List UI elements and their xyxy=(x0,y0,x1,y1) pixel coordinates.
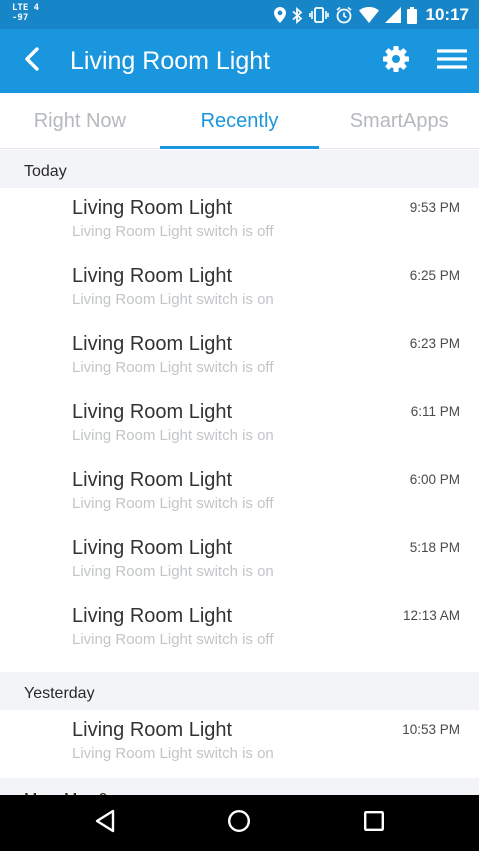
event-time: 6:23 PM xyxy=(409,336,460,351)
back-triangle-icon xyxy=(94,809,116,838)
event-description: Living Room Light switch is on xyxy=(72,427,274,444)
menu-button[interactable] xyxy=(434,45,470,77)
event-description: Living Room Light switch is off xyxy=(72,631,274,648)
signal-strength: -97 xyxy=(12,13,29,23)
page-title: Living Room Light xyxy=(70,47,271,75)
system-back-button[interactable] xyxy=(77,805,133,841)
battery-icon xyxy=(407,6,417,24)
network-indicator: LTE 4 -97 xyxy=(12,3,39,23)
section-header-today: Today xyxy=(0,150,479,188)
event-title: Living Room Light xyxy=(72,197,233,219)
app-bar: Living Room Light xyxy=(0,29,479,93)
event-description: Living Room Light switch is on xyxy=(72,563,274,580)
location-icon xyxy=(274,7,286,23)
chevron-left-icon xyxy=(24,46,40,76)
vibrate-icon xyxy=(309,7,329,23)
event-time: 5:18 PM xyxy=(409,540,460,555)
event-title: Living Room Light xyxy=(72,469,233,491)
event-row[interactable]: Living Room Light Living Room Light swit… xyxy=(0,392,479,460)
event-list[interactable]: Today Living Room Light Living Room Ligh… xyxy=(0,150,479,795)
gear-icon xyxy=(382,45,410,78)
event-title: Living Room Light xyxy=(72,265,233,287)
event-title: Living Room Light xyxy=(72,401,233,423)
event-row[interactable]: Living Room Light Living Room Light swit… xyxy=(0,710,479,778)
network-type: LTE 4 xyxy=(12,3,40,13)
section-header-date: Mon, May 9 xyxy=(0,778,479,795)
tab-recently[interactable]: Recently xyxy=(159,93,320,149)
event-row[interactable]: Living Room Light Living Room Light swit… xyxy=(0,460,479,528)
hamburger-menu-icon xyxy=(437,48,467,74)
event-time: 6:00 PM xyxy=(409,472,460,487)
event-time: 12:13 AM xyxy=(402,608,460,623)
system-recents-button[interactable] xyxy=(346,805,402,841)
tab-right-now[interactable]: Right Now xyxy=(0,93,160,148)
settings-button[interactable] xyxy=(380,45,412,77)
home-circle-icon xyxy=(227,809,251,838)
event-title: Living Room Light xyxy=(72,333,233,355)
event-title: Living Room Light xyxy=(72,605,233,627)
event-row[interactable]: Living Room Light Living Room Light swit… xyxy=(0,596,479,664)
event-time: 6:25 PM xyxy=(409,268,460,283)
event-row[interactable]: Living Room Light Living Room Light swit… xyxy=(0,256,479,324)
event-description: Living Room Light switch is off xyxy=(72,495,274,512)
cell-signal-icon xyxy=(385,7,401,23)
clock: 10:17 xyxy=(425,5,469,24)
tab-bar: Right Now Recently SmartApps xyxy=(0,93,479,149)
event-description: Living Room Light switch is off xyxy=(72,359,274,376)
event-title: Living Room Light xyxy=(72,719,233,741)
event-time: 9:53 PM xyxy=(409,200,460,215)
event-row[interactable]: Living Room Light Living Room Light swit… xyxy=(0,528,479,596)
system-home-button[interactable] xyxy=(211,805,267,841)
bluetooth-icon xyxy=(292,6,303,24)
status-bar: LTE 4 -97 10:17 xyxy=(0,0,479,29)
back-button[interactable] xyxy=(14,45,50,77)
recents-square-icon xyxy=(363,810,385,837)
section-header-yesterday: Yesterday xyxy=(0,672,479,710)
event-title: Living Room Light xyxy=(72,537,233,559)
alarm-icon xyxy=(335,6,353,24)
tab-smartapps[interactable]: SmartApps xyxy=(319,93,479,148)
event-time: 6:11 PM xyxy=(410,404,460,419)
event-row[interactable]: Living Room Light Living Room Light swit… xyxy=(0,324,479,392)
event-description: Living Room Light switch is on xyxy=(72,745,274,762)
wifi-icon xyxy=(359,7,379,23)
system-nav-bar xyxy=(0,795,479,851)
event-row[interactable]: Living Room Light Living Room Light swit… xyxy=(0,188,479,256)
event-description: Living Room Light switch is on xyxy=(72,291,274,308)
event-time: 10:53 PM xyxy=(402,722,460,737)
event-description: Living Room Light switch is off xyxy=(72,223,274,240)
